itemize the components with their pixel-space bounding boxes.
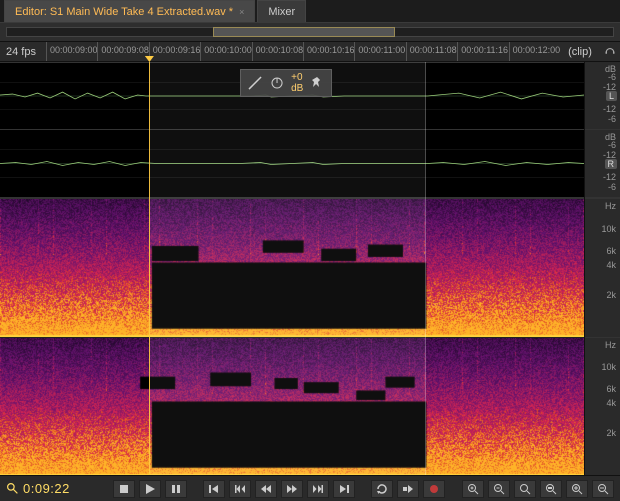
timeline-tick: 00:00:10:16 bbox=[303, 42, 355, 61]
close-icon[interactable]: × bbox=[239, 7, 244, 17]
goto-end-button[interactable] bbox=[333, 480, 355, 498]
timeline-tick: 00:00:11:08 bbox=[406, 42, 457, 61]
skip-selection-button[interactable] bbox=[397, 480, 419, 498]
magnifier-icon bbox=[6, 482, 19, 495]
panel-tabs: Editor: S1 Main Wide Take 4 Extracted.wa… bbox=[0, 0, 620, 22]
zoom-selection-button[interactable] bbox=[540, 480, 562, 498]
editor-body: +0 dB dB -6 -12 -∞ -12 bbox=[0, 62, 620, 475]
zoom-in-vertical-button[interactable] bbox=[566, 480, 588, 498]
clip-label: (clip) bbox=[560, 46, 600, 58]
timeline-tick: 00:00:10:08 bbox=[252, 42, 304, 61]
zoom-controls bbox=[462, 480, 614, 498]
loop-button[interactable] bbox=[371, 480, 393, 498]
tab-label: Editor: S1 Main Wide Take 4 Extracted.wa… bbox=[15, 6, 233, 18]
timeline-tick: 00:00:10:00 bbox=[200, 42, 252, 61]
navigator-bar bbox=[0, 22, 620, 42]
timeline-tick: 00:00:09:00 bbox=[46, 42, 98, 61]
zoom-full-button[interactable] bbox=[514, 480, 536, 498]
prev-marker-button[interactable] bbox=[229, 480, 251, 498]
navigator-track[interactable] bbox=[6, 27, 614, 37]
play-button[interactable] bbox=[139, 480, 161, 498]
pause-button[interactable] bbox=[165, 480, 187, 498]
timeline-tick: 00:00:11:16 bbox=[457, 42, 508, 61]
zoom-out-vertical-button[interactable] bbox=[592, 480, 614, 498]
fps-label: 24 fps bbox=[0, 46, 46, 58]
scale-unit: Hz bbox=[605, 201, 616, 211]
navigator-viewport[interactable] bbox=[213, 27, 395, 37]
timeline-tick: 00:00:12:00 bbox=[509, 42, 561, 61]
scale-spec-right: Hz 10k 6k 4k 2k bbox=[585, 337, 620, 476]
selection-region[interactable] bbox=[149, 62, 426, 475]
channel-badge-r: R bbox=[605, 159, 618, 169]
channel-badge-l: L bbox=[606, 91, 617, 101]
tab-label: Mixer bbox=[268, 6, 295, 18]
playhead[interactable] bbox=[149, 62, 150, 475]
timeline-ticks[interactable]: 00:00:09:0000:00:09:0800:00:09:1600:00:1… bbox=[46, 42, 560, 61]
scale-wave-left: dB -6 -12 -∞ -12 -6 L bbox=[585, 62, 620, 130]
record-button[interactable] bbox=[423, 480, 445, 498]
timeline-ruler[interactable]: 24 fps 00:00:09:0000:00:09:0800:00:09:16… bbox=[0, 42, 620, 62]
goto-start-button[interactable] bbox=[203, 480, 225, 498]
next-marker-button[interactable] bbox=[307, 480, 329, 498]
tab-editor[interactable]: Editor: S1 Main Wide Take 4 Extracted.wa… bbox=[4, 0, 255, 22]
stop-button[interactable] bbox=[113, 480, 135, 498]
timeline-tick: 00:00:09:16 bbox=[149, 42, 201, 61]
tab-mixer[interactable]: Mixer bbox=[257, 0, 306, 22]
scale-spec-left: Hz 10k 6k 4k 2k bbox=[585, 198, 620, 337]
timeline-tick: 00:00:09:08 bbox=[97, 42, 149, 61]
amplitude-scale-column: dB -6 -12 -∞ -12 -6 L dB -6 -12 -∞ -12 -… bbox=[584, 62, 620, 475]
zoom-in-button[interactable] bbox=[462, 480, 484, 498]
timeline-tick: 00:00:11:00 bbox=[354, 42, 405, 61]
transport-bar: 0:09:22 bbox=[0, 475, 620, 501]
scale-unit: Hz bbox=[605, 340, 616, 350]
timecode-value: 0:09:22 bbox=[23, 481, 70, 496]
fast-forward-button[interactable] bbox=[281, 480, 303, 498]
scale-wave-right: dB -6 -12 -∞ -12 -6 R bbox=[585, 130, 620, 198]
zoom-out-button[interactable] bbox=[488, 480, 510, 498]
snap-icon[interactable] bbox=[600, 44, 620, 59]
rewind-button[interactable] bbox=[255, 480, 277, 498]
timecode-display[interactable]: 0:09:22 bbox=[6, 481, 96, 496]
view-column: +0 dB bbox=[0, 62, 584, 475]
